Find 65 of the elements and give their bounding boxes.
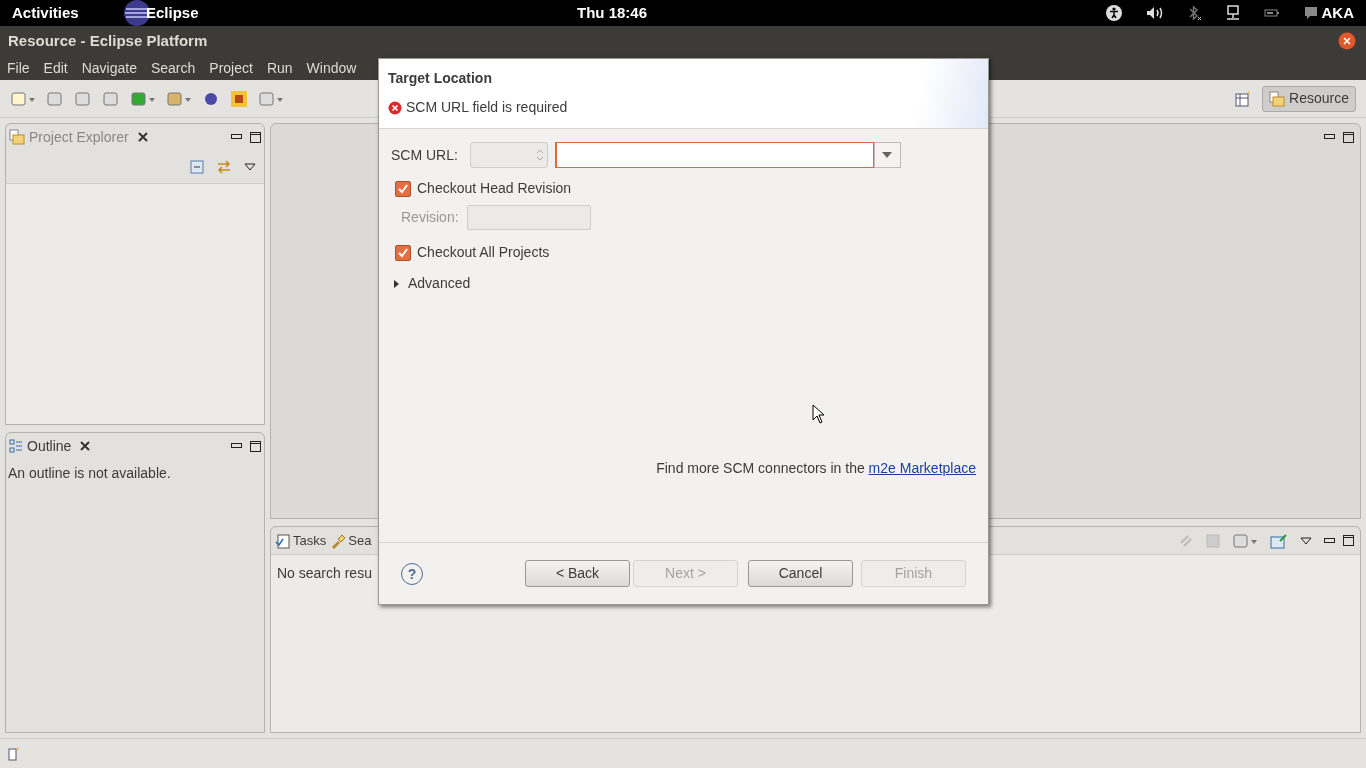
field-label: Revision: <box>401 208 459 227</box>
view-tab[interactable]: Sea <box>329 527 373 554</box>
menu-item[interactable]: Run <box>266 57 293 79</box>
spinner-arrows-icon <box>536 149 543 161</box>
open-perspective-icon[interactable] <box>1234 89 1253 108</box>
accessibility-icon[interactable] <box>1105 5 1122 21</box>
menu-item[interactable]: Edit <box>43 57 68 79</box>
maximize-icon[interactable] <box>250 440 261 452</box>
folder-icon <box>1269 90 1286 107</box>
menu-item[interactable]: Window <box>306 57 357 79</box>
perspective-button[interactable]: Resource <box>1262 85 1356 112</box>
minimize-icon[interactable] <box>1324 134 1335 140</box>
marketplace-link[interactable]: m2e Marketplace <box>868 460 976 476</box>
field-label: SCM URL: <box>391 145 458 165</box>
flashlight-icon <box>330 532 347 549</box>
minimize-icon[interactable] <box>1324 537 1335 544</box>
clock[interactable]: Thu 18:46 <box>577 1 648 25</box>
clipboard-check-icon <box>275 532 291 549</box>
menu-item[interactable]: File <box>7 57 30 79</box>
minimize-icon[interactable] <box>231 443 242 449</box>
expander-arrow-icon <box>394 279 400 288</box>
outline-message: An outline is not available. <box>7 464 172 483</box>
view-menu-icon[interactable] <box>244 162 256 171</box>
checkbox[interactable] <box>395 244 411 261</box>
dialog-title: Target Location <box>388 69 493 88</box>
error-icon <box>388 100 402 115</box>
window-title: Resource - Eclipse Platform <box>8 30 209 51</box>
search-message: No search resu <box>277 565 372 581</box>
maximize-icon[interactable] <box>250 131 261 143</box>
mouse-cursor-icon <box>812 404 825 424</box>
minimize-icon[interactable] <box>231 134 242 140</box>
checkbox-label: Checkout All Projects <box>417 243 550 262</box>
outline-icon <box>9 439 23 453</box>
new-file-icon[interactable] <box>10 89 36 108</box>
error-message: SCM URL field is required <box>406 98 568 117</box>
menu-item[interactable]: Navigate <box>81 57 137 79</box>
menu-item[interactable]: Project <box>209 57 253 79</box>
view-tab[interactable]: Tasks <box>274 527 328 554</box>
chat-icon[interactable] <box>1303 6 1318 20</box>
view-menu-icon[interactable] <box>1300 536 1312 545</box>
folder-icon <box>9 129 25 145</box>
activities-button[interactable]: Activities <box>12 1 122 25</box>
menu-item[interactable]: Search <box>150 57 196 79</box>
battery-icon[interactable] <box>1263 8 1280 18</box>
caret-icon <box>882 152 893 158</box>
app-menu[interactable]: Eclipse <box>146 1 199 25</box>
user-menu[interactable]: AKA <box>1321 1 1354 25</box>
fast-view-icon[interactable] <box>8 745 22 762</box>
advanced-expander[interactable]: Advanced <box>391 273 976 294</box>
close-icon[interactable] <box>79 440 92 452</box>
pin-icon[interactable] <box>1270 532 1288 549</box>
network-icon[interactable] <box>1225 5 1240 21</box>
bluetooth-icon[interactable] <box>1187 5 1202 21</box>
volume-icon[interactable] <box>1145 6 1164 20</box>
checkbox-label: Checkout Head Revision <box>417 179 572 198</box>
close-icon[interactable] <box>1338 32 1356 50</box>
maximize-icon[interactable] <box>1343 131 1354 143</box>
checkbox[interactable] <box>395 180 411 197</box>
close-icon[interactable] <box>136 131 149 143</box>
view-tab[interactable]: Outline <box>9 435 92 457</box>
maximize-icon[interactable] <box>1343 535 1354 546</box>
dialog-button[interactable]: Cancel <box>748 560 853 587</box>
connectors-text: Find more SCM connectors in the m2e Marketplace <box>656 459 976 478</box>
collapse-all-icon[interactable] <box>190 159 204 174</box>
dialog-button[interactable]: < Back <box>525 560 630 587</box>
